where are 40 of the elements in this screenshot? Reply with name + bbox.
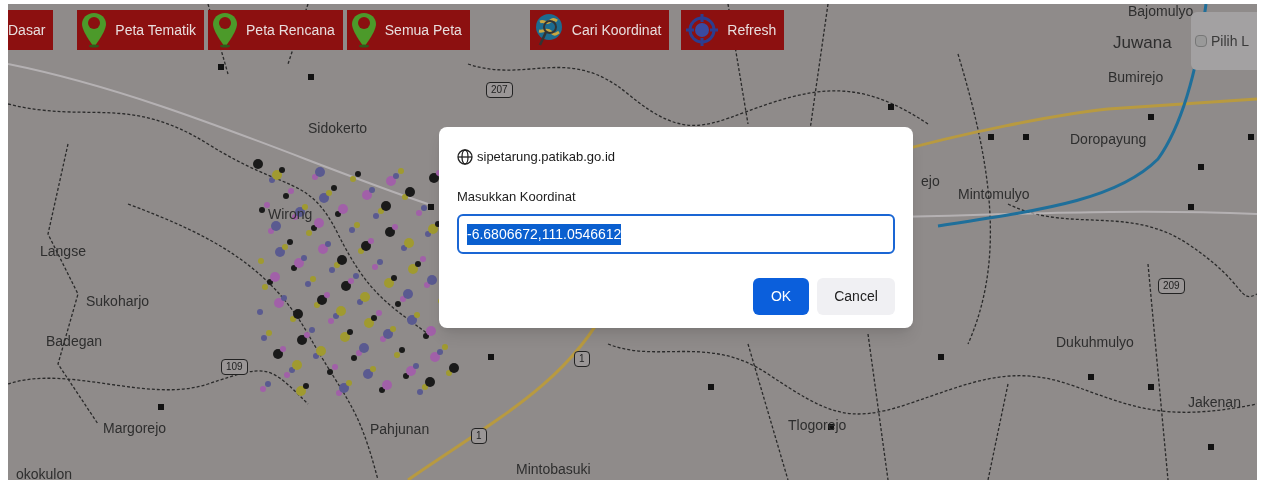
road-shield: 1 [471, 428, 487, 444]
road-shield: 207 [486, 82, 513, 98]
place-label: Mintobasuki [516, 462, 591, 476]
place-label: okokulon [16, 467, 73, 480]
dialog-button[interactable]: Cancel [817, 278, 895, 315]
map-pin-icon [350, 12, 377, 48]
dialog-origin: sipetarung.patikab.go.id [477, 148, 616, 166]
globe-icon [457, 148, 473, 165]
map-pin-icon [212, 12, 239, 48]
globe-magnifier-icon [533, 13, 564, 47]
dialog-button[interactable]: OK [753, 278, 809, 315]
place-label: ejo [921, 174, 940, 188]
target-icon [685, 13, 720, 47]
place-label: Bajomulyo [1128, 4, 1194, 18]
checkbox-icon [1195, 35, 1207, 47]
map-menu-button[interactable]: Dasar [8, 10, 54, 50]
place-label: Pahjunan [370, 422, 430, 436]
place-label: Mintomulyo [958, 187, 1030, 201]
map-menu-button[interactable]: Semua Peta [346, 10, 470, 50]
map-menu-button[interactable]: Peta Rencana [208, 10, 343, 50]
place-label: Langse [40, 244, 86, 258]
map-pin-icon [81, 12, 108, 48]
prompt-label: Masukkan Koordinat [457, 187, 577, 206]
map-menu-button[interactable]: Peta Tematik [77, 10, 205, 50]
map-menu-button[interactable]: Refresh [681, 10, 785, 50]
place-label: Jakenan [1188, 395, 1241, 409]
place-label: Sukoharjo [86, 294, 150, 308]
coordinate-input[interactable]: -6.6806672,111.0546612 [457, 214, 895, 254]
place-label: Sidokerto [308, 121, 368, 135]
road-shield: 209 [1158, 278, 1185, 294]
place-label: Bumirejo [1108, 70, 1164, 84]
place-label: Badegan [46, 334, 103, 348]
place-label: Dukuhmulyo [1056, 335, 1134, 349]
map-menu-button[interactable]: Cari Koordinat [529, 10, 670, 50]
place-label: Juwana [1113, 34, 1172, 51]
place-label: Wirong [268, 207, 313, 221]
road-shield: 1 [574, 351, 590, 367]
road-shield: 109 [221, 359, 248, 375]
place-label: Doropayung [1070, 132, 1147, 146]
place-label: Margorejo [103, 421, 167, 435]
